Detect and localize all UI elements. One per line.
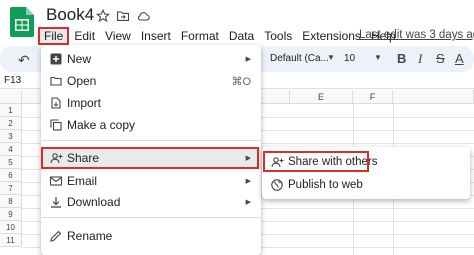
menu-item-new[interactable]: New ▶ [41, 48, 261, 70]
row-header[interactable]: 7 [0, 182, 22, 195]
move-folder-icon[interactable] [116, 9, 130, 23]
download-icon [49, 195, 63, 209]
undo-icon[interactable]: ↶ [18, 52, 30, 69]
menu-divider [41, 140, 261, 141]
bold-button[interactable]: B [397, 51, 406, 66]
select-all-corner[interactable] [0, 90, 22, 104]
menu-divider [41, 217, 261, 218]
copy-icon [49, 118, 63, 132]
text-color-button[interactable]: A [455, 51, 464, 66]
menu-item-download[interactable]: Download ▶ [41, 191, 261, 213]
email-icon [49, 174, 63, 188]
doc-title[interactable]: Book4 [46, 5, 94, 25]
rename-icon [49, 229, 63, 243]
row-header[interactable]: 1 [0, 104, 22, 117]
submenu-arrow-icon: ▶ [245, 178, 251, 185]
menu-insert[interactable]: Insert [136, 29, 176, 43]
chevron-down-icon[interactable]: ▼ [327, 53, 335, 62]
menu-view[interactable]: View [100, 29, 136, 43]
menu-item-open[interactable]: Open ⌘O [41, 70, 261, 92]
import-icon [49, 96, 63, 110]
menu-format[interactable]: Format [176, 29, 224, 43]
menu-file[interactable]: File [38, 26, 70, 45]
row-header[interactable]: 5 [0, 156, 22, 169]
row-header[interactable]: 11 [0, 234, 22, 247]
menu-edit[interactable]: Edit [69, 29, 100, 43]
star-icon[interactable] [96, 9, 110, 23]
submenu-arrow-icon: ▶ [245, 56, 251, 63]
menu-data[interactable]: Data [224, 29, 259, 43]
italic-button[interactable]: I [418, 51, 422, 67]
share-with-others-highlight-box [263, 151, 369, 172]
row-header[interactable]: 10 [0, 221, 22, 234]
sheets-logo-icon[interactable] [10, 7, 34, 37]
column-header-g[interactable] [393, 90, 474, 104]
globe-icon [270, 178, 284, 192]
row-header[interactable]: 9 [0, 208, 22, 221]
menu-tools[interactable]: Tools [259, 29, 297, 43]
chevron-down-icon[interactable]: ▼ [374, 53, 382, 62]
font-select[interactable]: Default (Ca... [270, 53, 329, 64]
font-size-field[interactable]: 10 [344, 53, 355, 64]
menu-extensions[interactable]: Extensions [297, 29, 366, 43]
row-header[interactable]: 6 [0, 169, 22, 182]
strikethrough-button[interactable]: S [436, 51, 445, 66]
submenu-arrow-icon: ▶ [245, 199, 251, 206]
menu-item-make-a-copy[interactable]: Make a copy [41, 114, 261, 136]
column-header-f[interactable]: F [353, 90, 393, 104]
column-header-e[interactable]: E [290, 90, 353, 104]
submenu-item-publish-to-web[interactable]: Publish to web [262, 174, 470, 196]
menu-item-import[interactable]: Import [41, 92, 261, 114]
last-edit-link[interactable]: Last edit was 3 days ago [359, 29, 474, 41]
menu-bar: File Edit View Insert Format Data Tools … [38, 26, 401, 45]
menu-item-rename[interactable]: Rename [41, 225, 261, 247]
row-header[interactable]: 8 [0, 195, 22, 208]
folder-icon [49, 74, 63, 88]
menu-item-email[interactable]: Email ▶ [41, 170, 261, 192]
cloud-saved-icon[interactable] [136, 9, 150, 23]
row-header[interactable]: 2 [0, 117, 22, 130]
new-icon [49, 52, 63, 66]
name-box[interactable]: F13 [4, 75, 21, 86]
row-header[interactable]: 3 [0, 130, 22, 143]
row-header[interactable]: 4 [0, 143, 22, 156]
share-highlight-box [41, 147, 259, 169]
